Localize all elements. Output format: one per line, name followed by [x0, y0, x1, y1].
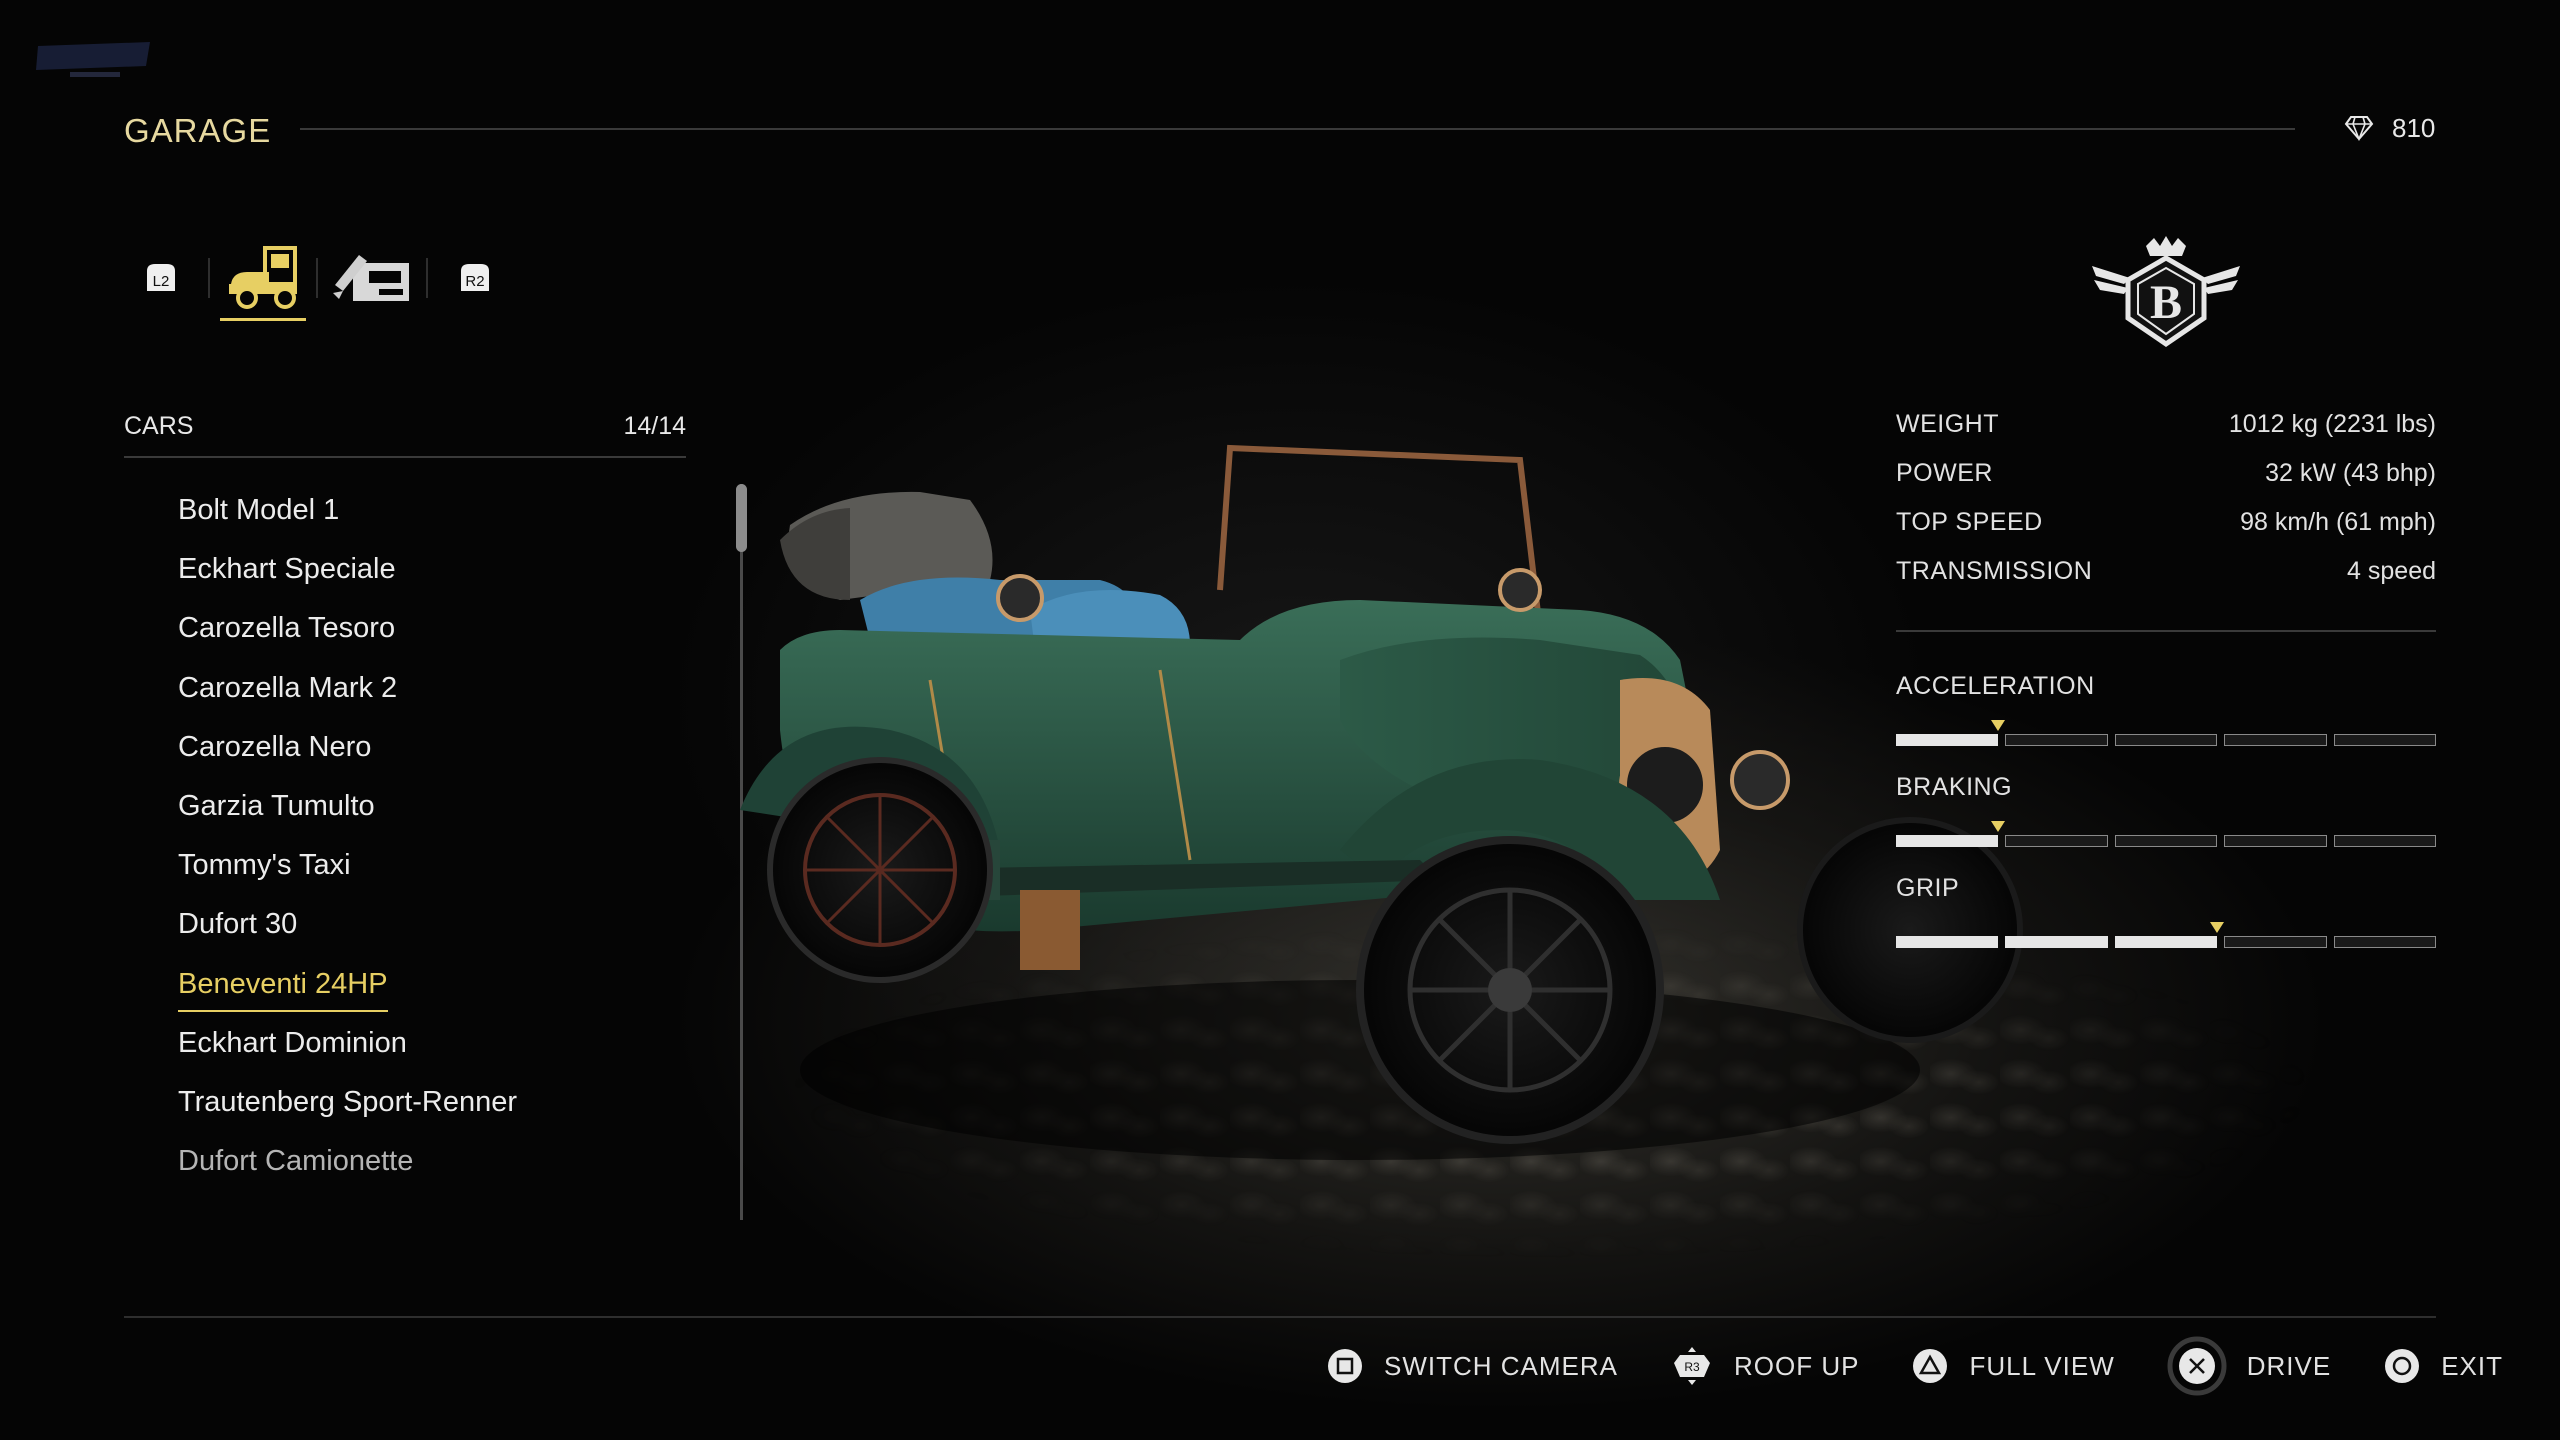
rating-segment — [2114, 936, 2218, 948]
cross-button-icon — [2167, 1336, 2227, 1396]
rating-segment — [2224, 835, 2327, 847]
list-divider — [124, 456, 686, 458]
r2-tab-switch[interactable]: R2 — [450, 240, 500, 314]
performance-ratings: ACCELERATION BRAKING GRIP — [1896, 672, 2437, 975]
rating-segment — [1896, 936, 1999, 948]
list-item[interactable]: Garzia Tumulto — [178, 786, 698, 845]
rating-segment — [2224, 936, 2327, 948]
rating-braking: BRAKING — [1896, 773, 2437, 874]
list-item[interactable]: Bolt Model 1 — [178, 490, 698, 549]
l2-button-icon: L2 — [147, 264, 175, 291]
rating-bar — [1896, 936, 2437, 950]
header-divider — [300, 128, 2295, 130]
tab-cars[interactable] — [220, 240, 306, 314]
currency-display: 810 — [2344, 108, 2435, 148]
drive-button[interactable]: DRIVE — [2167, 1336, 2331, 1396]
list-item[interactable]: Dufort Camionette — [178, 1141, 698, 1200]
car-list-count: 14/14 — [623, 412, 686, 440]
rating-segment — [2005, 936, 2108, 948]
footer-divider — [124, 1316, 2436, 1318]
rating-segment — [2114, 734, 2218, 746]
diamond-icon — [2344, 116, 2374, 141]
beneventi-brand-badge: B — [2092, 236, 2240, 348]
car-tab-icon — [229, 246, 297, 309]
rating-segment — [1896, 734, 1999, 746]
roof-up-button[interactable]: R3 ROOF UP — [1670, 1336, 1859, 1396]
rating-segment — [1896, 835, 1999, 847]
svg-text:B: B — [2150, 276, 2182, 329]
rating-segment — [2114, 835, 2218, 847]
car-list-header: CARS 14/14 — [124, 412, 686, 452]
list-item[interactable]: Carozella Mark 2 — [178, 668, 698, 727]
car-list-label: CARS — [124, 412, 194, 440]
rating-grip: GRIP — [1896, 874, 2437, 975]
action-bar: SWITCH CAMERA R3 ROOF UP FULL VIEW DRIVE… — [1326, 1336, 2503, 1396]
rating-segment — [2333, 734, 2437, 746]
square-button-icon — [1328, 1349, 1362, 1383]
list-item[interactable]: Eckhart Dominion — [178, 1023, 698, 1082]
spec-power: POWER 32 kW (43 bhp) — [1896, 459, 2436, 487]
car-model-render — [740, 444, 2023, 1160]
rating-segment — [2005, 835, 2108, 847]
active-tab-indicator — [220, 318, 306, 321]
spec-weight: WEIGHT 1012 kg (2231 lbs) — [1896, 410, 2436, 438]
car-list: Bolt Model 1 Eckhart Speciale Carozella … — [178, 490, 698, 1220]
exit-button[interactable]: EXIT — [2383, 1336, 2503, 1396]
rating-segment — [2224, 734, 2327, 746]
l2-tab-switch[interactable]: L2 — [136, 240, 186, 314]
car-specs: WEIGHT 1012 kg (2231 lbs) POWER 32 kW (4… — [1896, 410, 2436, 606]
svg-text:R2: R2 — [465, 273, 484, 290]
list-item-selected[interactable]: Beneventi 24HP — [178, 964, 698, 1023]
spec-transmission: TRANSMISSION 4 speed — [1896, 557, 2436, 585]
specs-divider — [1896, 630, 2436, 632]
list-item[interactable]: Eckhart Speciale — [178, 549, 698, 608]
switch-camera-button[interactable]: SWITCH CAMERA — [1326, 1336, 1618, 1396]
customize-tab-icon — [333, 255, 409, 301]
spec-top-speed: TOP SPEED 98 km/h (61 mph) — [1896, 508, 2436, 536]
rating-bar — [1896, 835, 2437, 849]
rating-marker — [1991, 821, 2006, 832]
triangle-button-icon — [1913, 1349, 1948, 1383]
list-item[interactable]: Carozella Tesoro — [178, 608, 698, 667]
currency-value: 810 — [2392, 112, 2436, 143]
tab-separator — [426, 258, 428, 298]
rating-acceleration: ACCELERATION — [1896, 672, 2437, 773]
svg-text:L2: L2 — [153, 273, 170, 290]
rating-segment — [2333, 936, 2437, 948]
r2-button-icon: R2 — [461, 264, 489, 291]
rating-bar — [1896, 734, 2437, 748]
page-title: GARAGE — [124, 112, 272, 149]
channel-logo-icon — [36, 42, 150, 77]
list-item[interactable]: Trautenberg Sport-Renner — [178, 1082, 698, 1141]
tab-separator — [316, 258, 318, 298]
tab-separator — [208, 258, 210, 298]
circle-button-icon — [2385, 1349, 2420, 1383]
list-item-partial — [178, 1200, 698, 1220]
tab-customize[interactable] — [326, 240, 416, 314]
list-item[interactable]: Dufort 30 — [178, 904, 698, 963]
garage-tabs: L2 R2 — [124, 240, 514, 324]
rating-segment — [2005, 734, 2108, 746]
rating-marker — [1991, 720, 2006, 731]
svg-text:R3: R3 — [1684, 1360, 1700, 1374]
rating-segment — [2333, 835, 2437, 847]
list-item[interactable]: Carozella Nero — [178, 727, 698, 786]
full-view-button[interactable]: FULL VIEW — [1911, 1336, 2114, 1396]
r3-button-icon: R3 — [1674, 1347, 1710, 1385]
rating-marker — [2210, 922, 2225, 933]
list-item[interactable]: Tommy's Taxi — [178, 845, 698, 904]
